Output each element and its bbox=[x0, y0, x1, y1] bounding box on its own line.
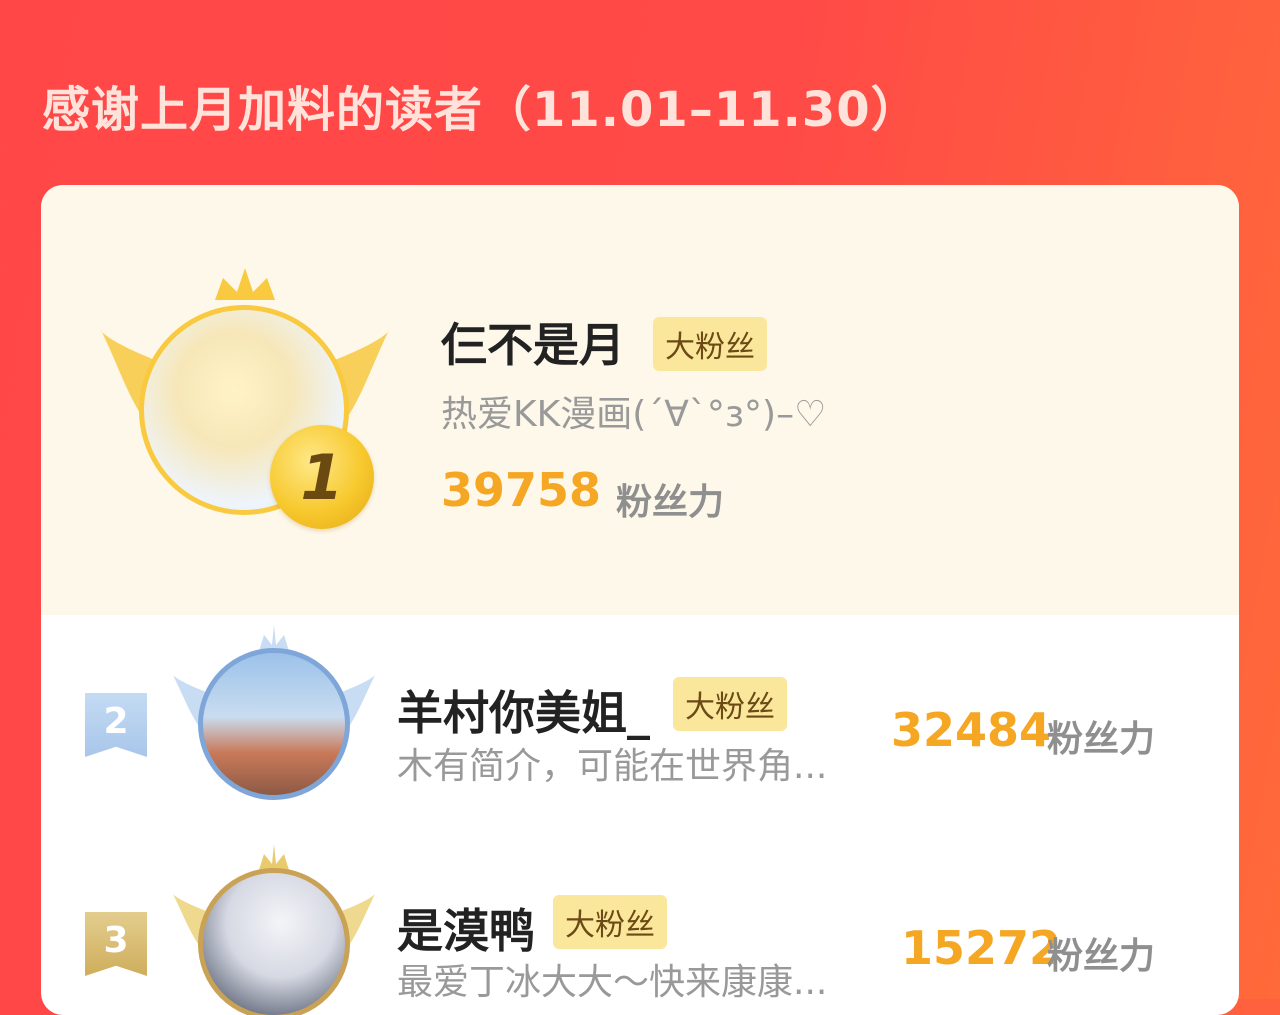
fan-power-label: 粉丝力 bbox=[616, 482, 725, 523]
avatar[interactable] bbox=[198, 868, 350, 1015]
reader-intro: 最爱丁冰大大～快来康康... bbox=[397, 962, 828, 1003]
avatar[interactable] bbox=[198, 648, 350, 800]
fan-badge: 大粉丝 bbox=[653, 317, 767, 371]
fan-power-score: 32484 bbox=[891, 703, 1052, 757]
fan-badge: 大粉丝 bbox=[553, 895, 667, 949]
reader-intro: 热爱KK漫画(ˊ∀ˋ°з°)–♡ bbox=[441, 394, 827, 435]
rank-flag: 2 bbox=[85, 693, 147, 757]
reader-name[interactable]: 是漠鸭 bbox=[397, 895, 535, 961]
fan-power-label: 粉丝力 bbox=[1047, 936, 1156, 977]
reader-ranking-card: 1 仨不是月 大粉丝 热爱KK漫画(ˊ∀ˋ°з°)–♡ 39758 粉丝力 2 … bbox=[41, 185, 1239, 1015]
rank-medal: 1 bbox=[270, 425, 374, 529]
fan-power-score: 15272 bbox=[901, 921, 1062, 975]
fan-power-score: 39758 bbox=[441, 463, 602, 517]
fan-badge: 大粉丝 bbox=[673, 677, 787, 731]
page-title: 感谢上月加料的读者（11.01–11.30） bbox=[42, 82, 920, 138]
fan-power-label: 粉丝力 bbox=[1047, 719, 1156, 760]
rank-flag: 3 bbox=[85, 912, 147, 976]
reader-intro: 木有简介，可能在世界角... bbox=[397, 746, 828, 787]
reader-name[interactable]: 仨不是月 bbox=[441, 309, 625, 375]
reader-name[interactable]: 羊村你美姐_ bbox=[397, 677, 650, 743]
